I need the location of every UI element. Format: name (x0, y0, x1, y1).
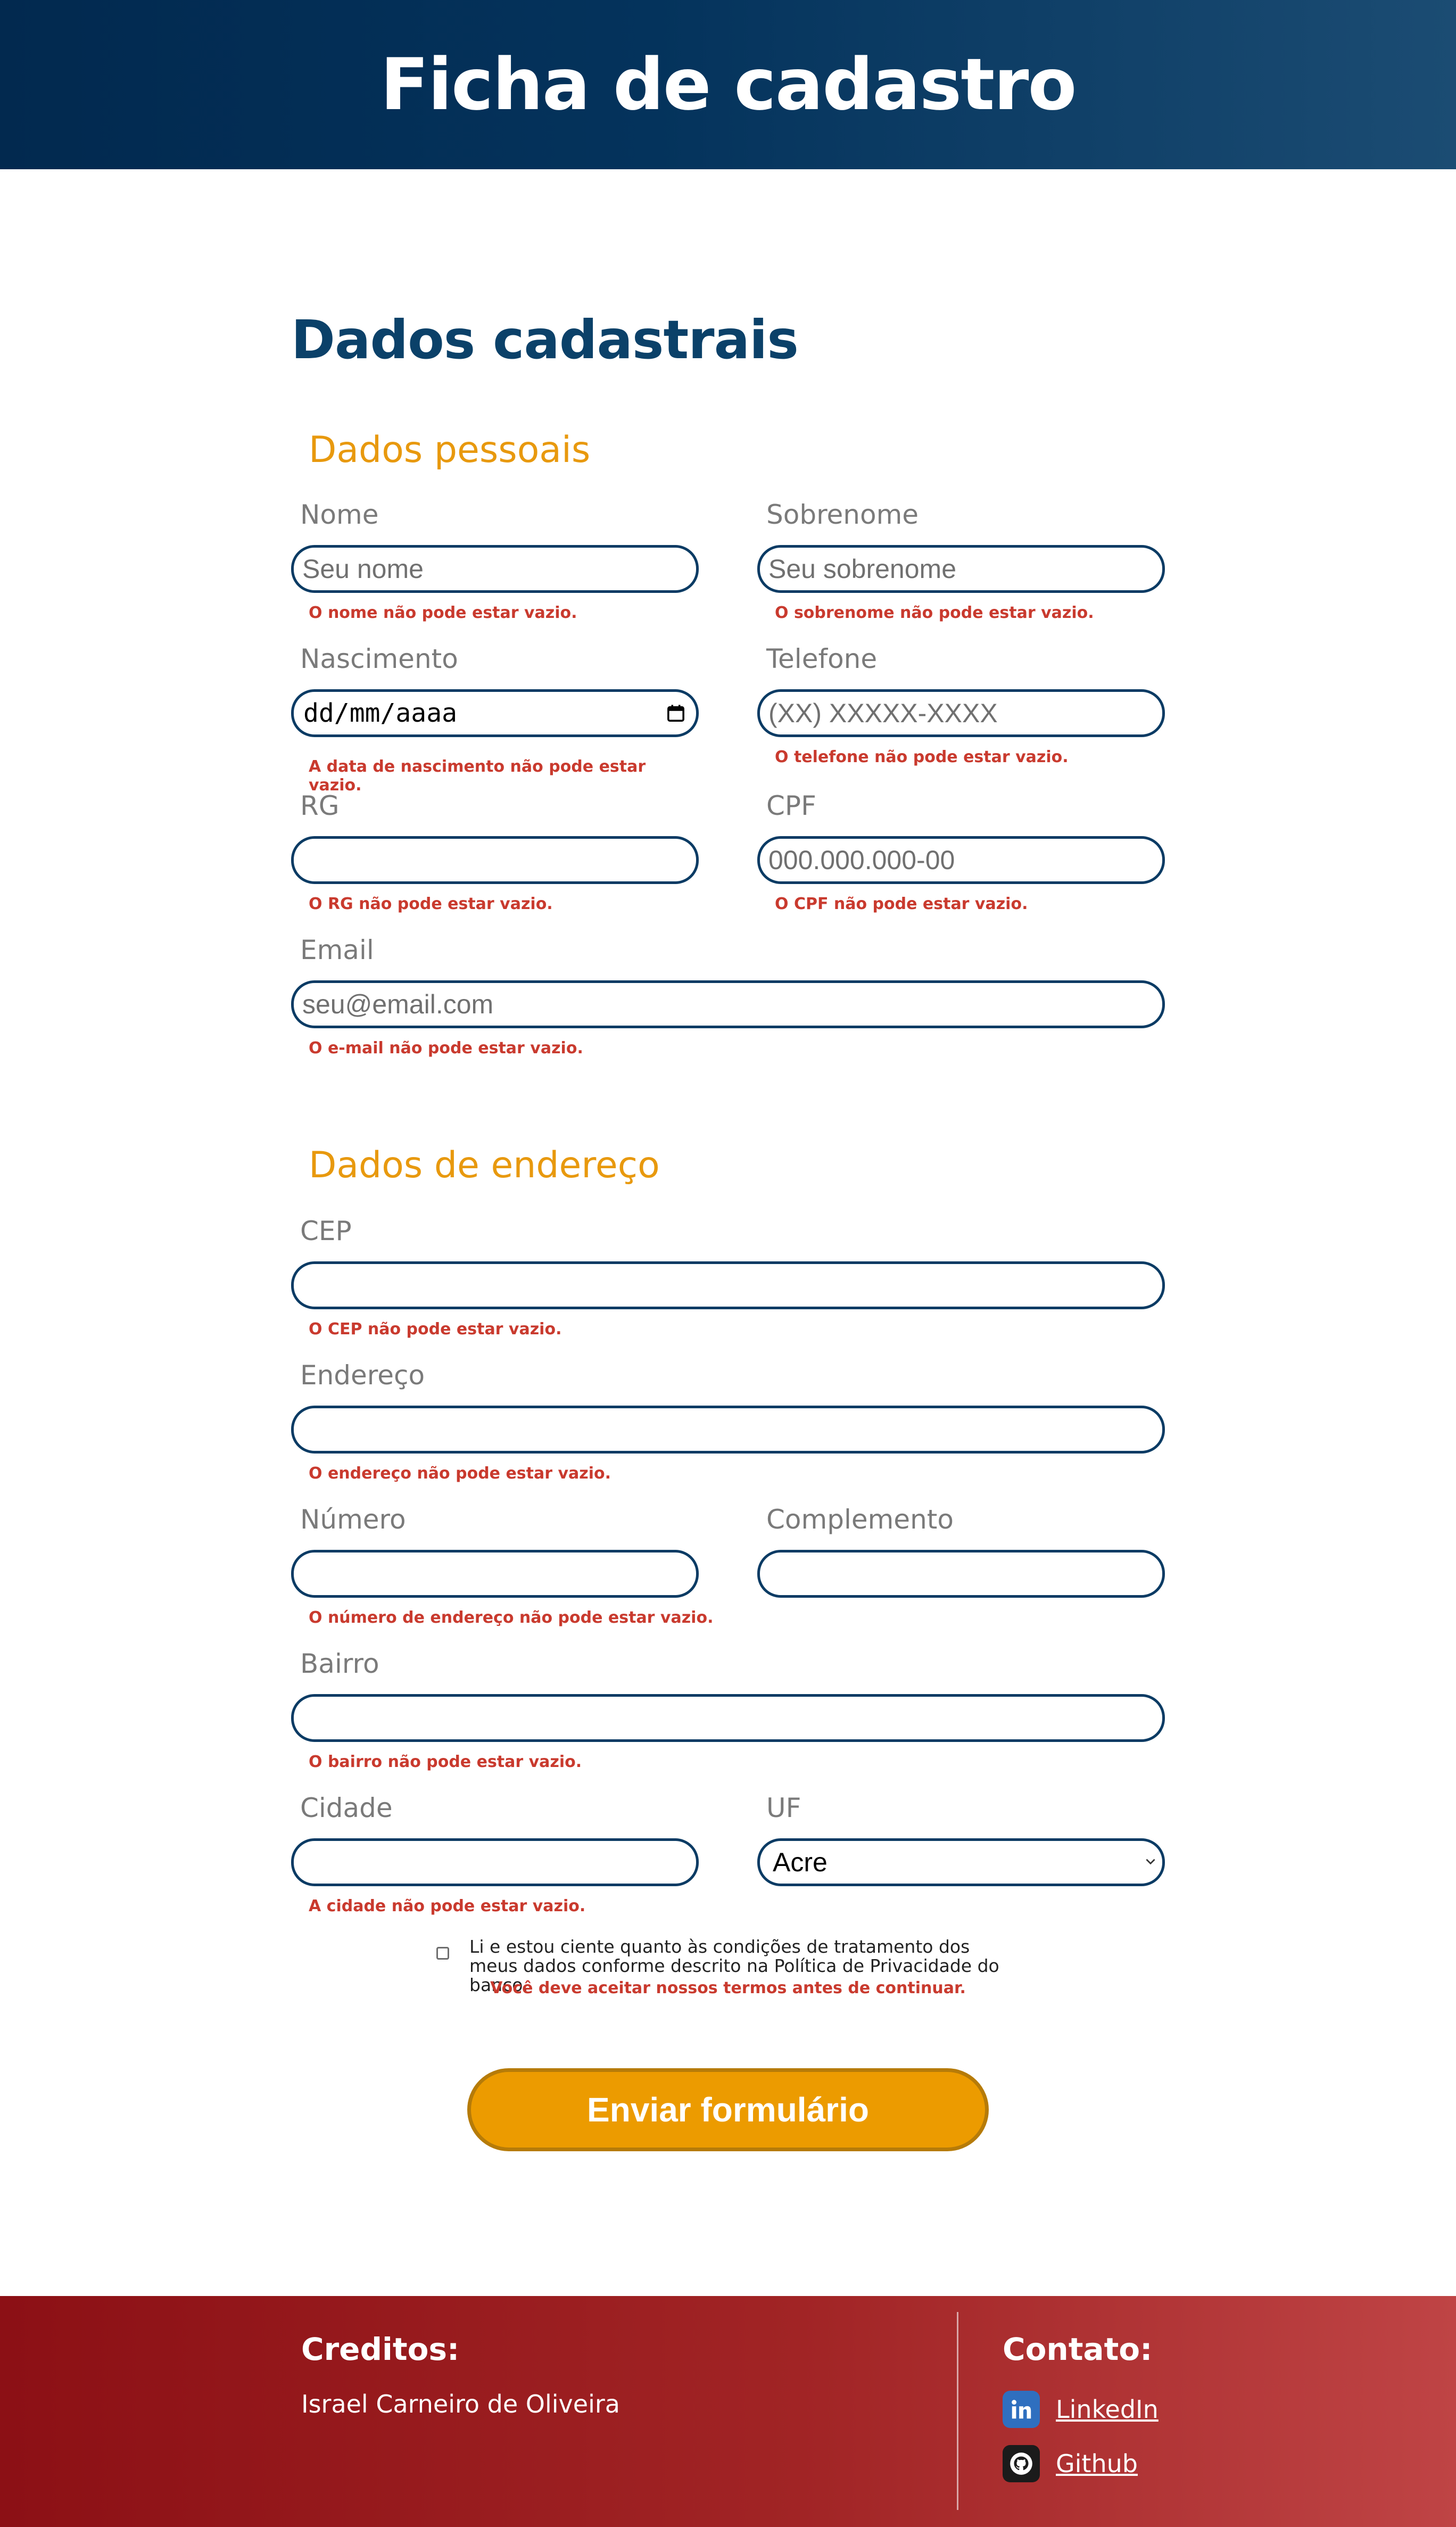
credits-title: Creditos: (301, 2331, 460, 2367)
form-title: Dados cadastrais (291, 309, 799, 371)
terms-group: Li e estou ciente quanto às condições de… (291, 1937, 1165, 2001)
numero-field-group: Número O número de endereço não pode est… (291, 1504, 713, 1632)
terms-error: Você deve aceitar nossos termos antes de… (490, 1979, 966, 1997)
sobrenome-error: O sobrenome não pode estar vazio. (775, 604, 1094, 622)
telefone-field-group: Telefone O telefone não pode estar vazio… (757, 643, 1165, 771)
complemento-field-group: Complemento (757, 1504, 1165, 1632)
endereco-label: Endereço (300, 1360, 425, 1391)
rg-error: O RG não pode estar vazio. (309, 895, 553, 913)
cep-label: CEP (300, 1216, 352, 1246)
address-section-title: Dados de endereço (309, 1144, 660, 1186)
bairro-error: O bairro não pode estar vazio. (309, 1753, 582, 1771)
nascimento-date-input[interactable]: dd/mm/aaaa (291, 689, 699, 737)
nascimento-date-value: dd/mm/aaaa (303, 698, 457, 728)
nascimento-label: Nascimento (300, 643, 458, 674)
cidade-input[interactable] (291, 1838, 699, 1886)
sobrenome-field-group: Sobrenome O sobrenome não pode estar vaz… (757, 499, 1165, 627)
cidade-error: A cidade não pode estar vazio. (309, 1897, 586, 1915)
telefone-input[interactable] (757, 689, 1165, 737)
cep-input[interactable] (291, 1261, 1165, 1309)
credits-name: Israel Carneiro de Oliveira (301, 2390, 620, 2418)
numero-input[interactable] (291, 1550, 699, 1598)
linkedin-icon (1003, 2391, 1040, 2428)
endereco-field-group: Endereço O endereço não pode estar vazio… (291, 1360, 1165, 1488)
nome-field-group: Nome O nome não pode estar vazio. (291, 499, 699, 627)
complemento-input[interactable] (757, 1550, 1165, 1598)
numero-error: O número de endereço não pode estar vazi… (309, 1608, 714, 1627)
email-error: O e-mail não pode estar vazio. (309, 1039, 583, 1058)
submit-button[interactable]: Enviar formulário (467, 2068, 989, 2151)
nome-label: Nome (300, 499, 379, 530)
terms-checkbox[interactable] (436, 1947, 449, 1960)
nome-input[interactable] (291, 545, 699, 593)
bairro-field-group: Bairro O bairro não pode estar vazio. (291, 1648, 1165, 1776)
bairro-label: Bairro (300, 1648, 379, 1679)
email-field-group: Email O e-mail não pode estar vazio. (291, 935, 1165, 1062)
nascimento-field-group: Nascimento dd/mm/aaaa A data de nascimen… (291, 643, 699, 795)
numero-label: Número (300, 1504, 406, 1535)
endereco-error: O endereço não pode estar vazio. (309, 1464, 611, 1483)
endereco-input[interactable] (291, 1406, 1165, 1454)
linkedin-link[interactable]: LinkedIn (1003, 2390, 1159, 2429)
rg-input[interactable] (291, 836, 699, 884)
uf-label: UF (766, 1793, 801, 1823)
registration-form: Dados cadastrais Dados pessoais Nome O n… (291, 0, 1165, 2289)
calendar-icon[interactable] (667, 704, 685, 722)
footer-divider (957, 2312, 958, 2510)
nascimento-error: A data de nascimento não pode estar vazi… (309, 757, 646, 795)
uf-select[interactable]: Acre (757, 1838, 1165, 1886)
cidade-label: Cidade (300, 1793, 393, 1823)
cidade-field-group: Cidade A cidade não pode estar vazio. (291, 1793, 699, 1920)
github-label: Github (1056, 2449, 1138, 2478)
email-input[interactable] (291, 980, 1165, 1028)
rg-field-group: RG O RG não pode estar vazio. (291, 790, 699, 918)
email-label: Email (300, 935, 374, 965)
github-link[interactable]: Github (1003, 2444, 1138, 2483)
rg-label: RG (300, 790, 340, 821)
cpf-field-group: CPF O CPF não pode estar vazio. (757, 790, 1165, 918)
personal-section-title: Dados pessoais (309, 429, 591, 471)
nome-error: O nome não pode estar vazio. (309, 604, 577, 622)
telefone-error: O telefone não pode estar vazio. (775, 748, 1069, 766)
linkedin-label: LinkedIn (1056, 2395, 1159, 2424)
github-icon (1003, 2445, 1040, 2482)
sobrenome-label: Sobrenome (766, 499, 919, 530)
sobrenome-input[interactable] (757, 545, 1165, 593)
cep-field-group: CEP O CEP não pode estar vazio. (291, 1216, 1165, 1343)
cep-error: O CEP não pode estar vazio. (309, 1320, 562, 1339)
telefone-label: Telefone (766, 643, 878, 674)
bairro-input[interactable] (291, 1694, 1165, 1742)
uf-field-group: UF Acre (757, 1793, 1165, 1920)
page-footer: Creditos: Israel Carneiro de Oliveira Co… (0, 2296, 1456, 2527)
contact-title: Contato: (1003, 2331, 1153, 2367)
cpf-error: O CPF não pode estar vazio. (775, 895, 1028, 913)
cpf-label: CPF (766, 790, 816, 821)
cpf-input[interactable] (757, 836, 1165, 884)
complemento-label: Complemento (766, 1504, 954, 1535)
chevron-down-icon (1146, 1859, 1155, 1865)
